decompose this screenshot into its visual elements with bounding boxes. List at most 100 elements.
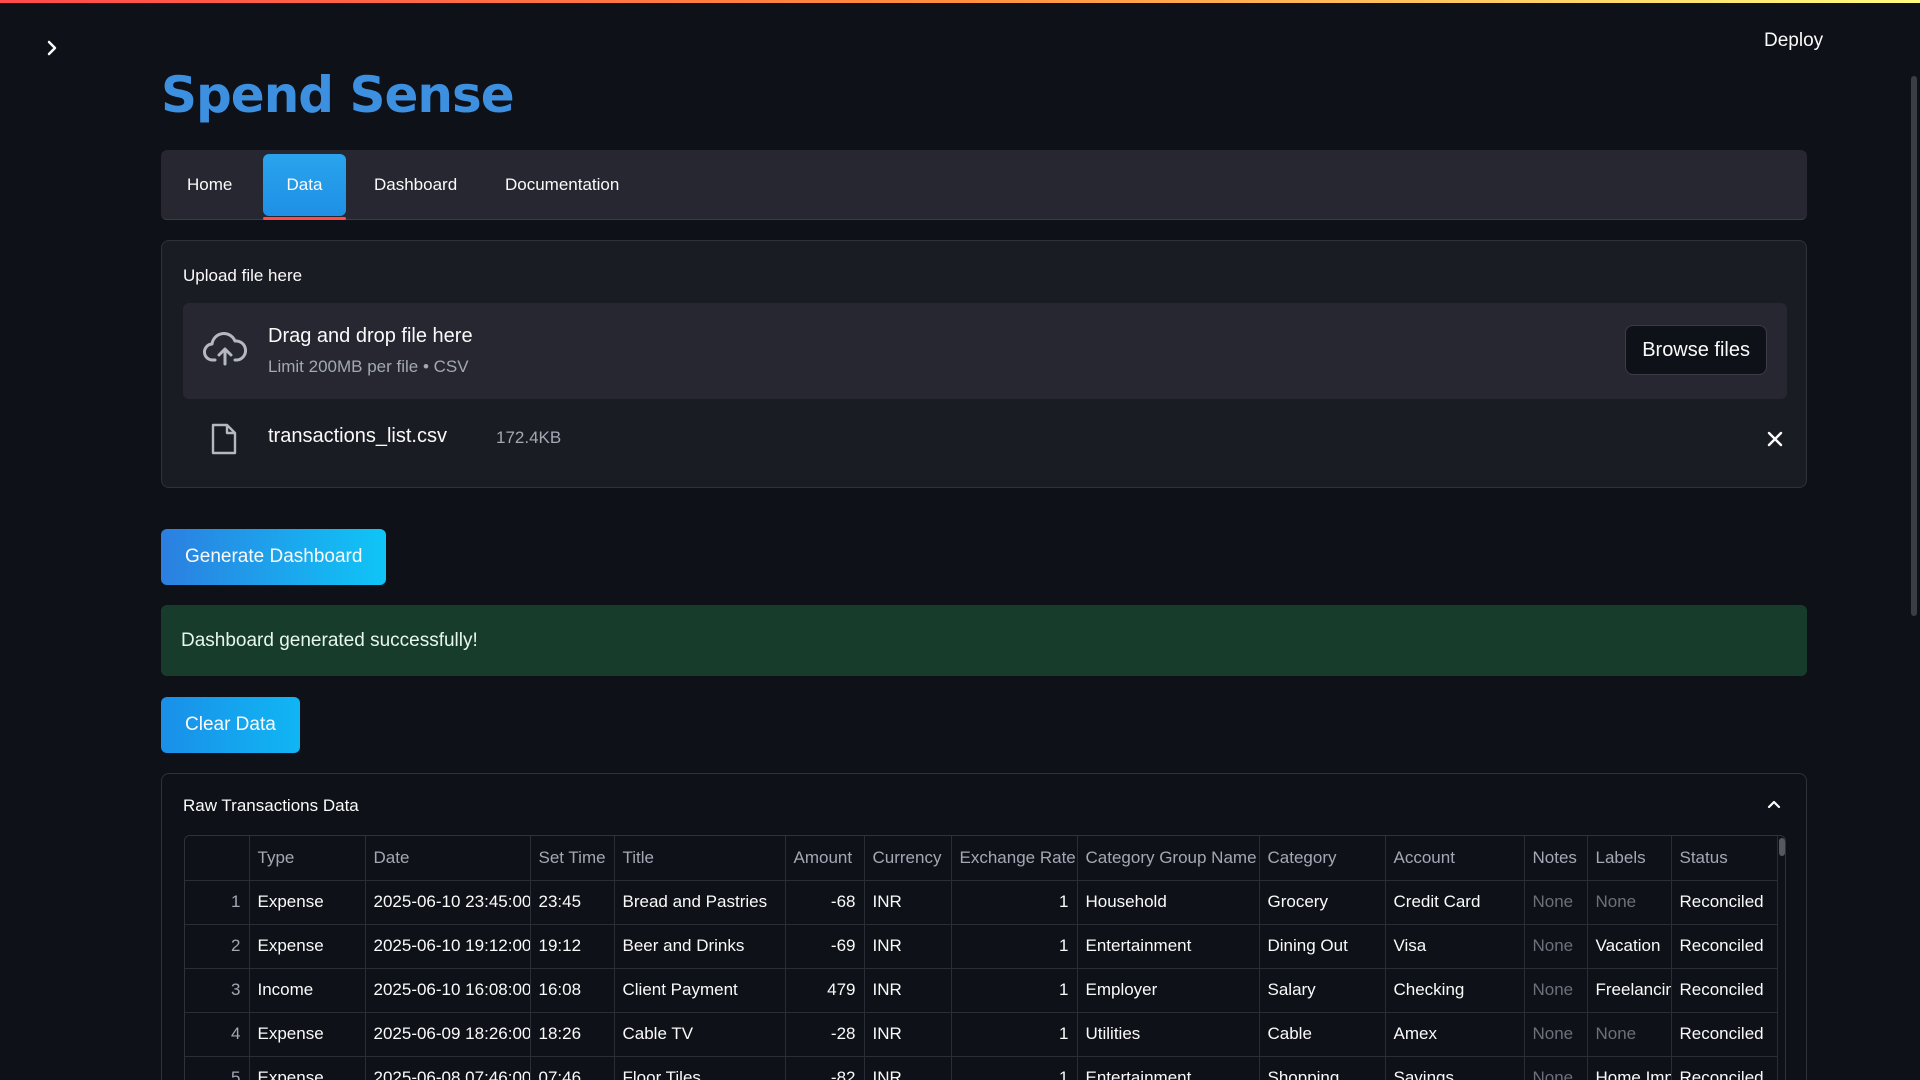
- cell-set-time[interactable]: 18:26: [530, 1012, 615, 1057]
- cell-account[interactable]: Amex: [1385, 1012, 1525, 1057]
- cell-amount[interactable]: -69: [785, 924, 865, 969]
- cell-index[interactable]: 1: [185, 880, 250, 925]
- cell-category-group[interactable]: Entertainment: [1077, 924, 1260, 969]
- cell-notes[interactable]: None: [1524, 968, 1588, 1013]
- column-header-status[interactable]: Status: [1671, 836, 1778, 881]
- cell-account[interactable]: Credit Card: [1385, 880, 1525, 925]
- cell-notes[interactable]: None: [1524, 880, 1588, 925]
- cell-amount[interactable]: -68: [785, 880, 865, 925]
- cell-date[interactable]: 2025-06-10 16:08:00: [365, 968, 531, 1013]
- table-row[interactable]: 3 Income 2025-06-10 16:08:00 16:08 Client Pa…: [185, 968, 1778, 1013]
- browse-files-button[interactable]: Browse files: [1625, 325, 1767, 375]
- table-row[interactable]: 1 Expense 2025-06-10 23:45:00 23:45 Bread an…: [185, 880, 1778, 925]
- cell-currency[interactable]: INR: [864, 968, 952, 1013]
- column-header-date[interactable]: Date: [365, 836, 531, 881]
- cell-notes[interactable]: None: [1524, 1056, 1588, 1080]
- cell-status[interactable]: Reconciled: [1671, 968, 1778, 1013]
- column-header-category-group[interactable]: Category Group Name: [1077, 836, 1260, 881]
- column-header-category[interactable]: Category: [1259, 836, 1386, 881]
- chevron-up-icon[interactable]: [1764, 794, 1784, 814]
- cell-category-group[interactable]: Employer: [1077, 968, 1260, 1013]
- cell-status[interactable]: Reconciled: [1671, 880, 1778, 925]
- chevron-right-icon[interactable]: [40, 36, 64, 60]
- cell-exchange-rate[interactable]: 1: [951, 968, 1078, 1013]
- cell-exchange-rate[interactable]: 1: [951, 924, 1078, 969]
- expander-title[interactable]: Raw Transactions Data: [183, 796, 359, 816]
- cell-category[interactable]: Salary: [1259, 968, 1386, 1013]
- cell-set-time[interactable]: 19:12: [530, 924, 615, 969]
- tab-data[interactable]: Data: [263, 154, 346, 220]
- cell-category[interactable]: Cable: [1259, 1012, 1386, 1057]
- column-header-type[interactable]: Type: [249, 836, 366, 881]
- cell-index[interactable]: 3: [185, 968, 250, 1013]
- column-header-labels[interactable]: Labels: [1587, 836, 1672, 881]
- cell-date[interactable]: 2025-06-10 23:45:00: [365, 880, 531, 925]
- cell-amount[interactable]: -28: [785, 1012, 865, 1057]
- cell-set-time[interactable]: 07:46: [530, 1056, 615, 1080]
- column-header-title[interactable]: Title: [614, 836, 786, 881]
- dropzone[interactable]: Drag and drop file here Limit 200MB per …: [183, 303, 1787, 399]
- cell-category-group[interactable]: Entertainment: [1077, 1056, 1260, 1080]
- cell-amount[interactable]: -82: [785, 1056, 865, 1080]
- cell-type[interactable]: Income: [249, 968, 366, 1013]
- cell-labels[interactable]: None: [1587, 1012, 1672, 1057]
- cell-notes[interactable]: None: [1524, 1012, 1588, 1057]
- cell-set-time[interactable]: 16:08: [530, 968, 615, 1013]
- table-row[interactable]: 5 Expense 2025-06-08 07:46:00 07:46 Floor Ti…: [185, 1056, 1778, 1080]
- cell-account[interactable]: Savings: [1385, 1056, 1525, 1080]
- cell-account[interactable]: Visa: [1385, 924, 1525, 969]
- cell-labels[interactable]: Vacation: [1587, 924, 1672, 969]
- cell-set-time[interactable]: 23:45: [530, 880, 615, 925]
- cell-status[interactable]: Reconciled: [1671, 1012, 1778, 1057]
- table-row[interactable]: 2 Expense 2025-06-10 19:12:00 19:12 Beer and…: [185, 924, 1778, 969]
- column-header-set-time[interactable]: Set Time: [530, 836, 615, 881]
- cell-title[interactable]: Beer and Drinks: [614, 924, 786, 969]
- cell-index[interactable]: 4: [185, 1012, 250, 1057]
- column-header-exchange-rate[interactable]: Exchange Rate: [951, 836, 1078, 881]
- column-header-currency[interactable]: Currency: [864, 836, 952, 881]
- table-row[interactable]: 4 Expense 2025-06-09 18:26:00 18:26 Cable TV…: [185, 1012, 1778, 1057]
- cell-index[interactable]: 2: [185, 924, 250, 969]
- cell-currency[interactable]: INR: [864, 924, 952, 969]
- page-scrollbar[interactable]: [1911, 76, 1917, 616]
- cell-title[interactable]: Bread and Pastries: [614, 880, 786, 925]
- cell-labels[interactable]: None: [1587, 880, 1672, 925]
- cell-title[interactable]: Floor Tiles: [614, 1056, 786, 1080]
- cell-amount[interactable]: 479: [785, 968, 865, 1013]
- table-scrollbar[interactable]: [1779, 838, 1785, 856]
- cell-exchange-rate[interactable]: 1: [951, 1056, 1078, 1080]
- cell-notes[interactable]: None: [1524, 924, 1588, 969]
- transactions-table[interactable]: Type Date Set Time Title Amount Currency…: [184, 835, 1786, 1080]
- cell-labels[interactable]: Home Improvement: [1587, 1056, 1672, 1080]
- column-header-index[interactable]: [185, 836, 250, 881]
- cell-date[interactable]: 2025-06-08 07:46:00: [365, 1056, 531, 1080]
- cell-index[interactable]: 5: [185, 1056, 250, 1080]
- cell-exchange-rate[interactable]: 1: [951, 880, 1078, 925]
- cell-type[interactable]: Expense: [249, 924, 366, 969]
- tab-documentation[interactable]: Documentation: [481, 154, 643, 216]
- column-header-account[interactable]: Account: [1385, 836, 1525, 881]
- cell-currency[interactable]: INR: [864, 1012, 952, 1057]
- cell-category[interactable]: Shopping: [1259, 1056, 1386, 1080]
- close-icon[interactable]: [1763, 427, 1787, 451]
- cell-type[interactable]: Expense: [249, 1056, 366, 1080]
- cell-account[interactable]: Checking: [1385, 968, 1525, 1013]
- cell-exchange-rate[interactable]: 1: [951, 1012, 1078, 1057]
- cell-type[interactable]: Expense: [249, 880, 366, 925]
- tab-home[interactable]: Home: [163, 154, 256, 216]
- cell-type[interactable]: Expense: [249, 1012, 366, 1057]
- cell-title[interactable]: Cable TV: [614, 1012, 786, 1057]
- cell-title[interactable]: Client Payment: [614, 968, 786, 1013]
- column-header-amount[interactable]: Amount: [785, 836, 865, 881]
- generate-dashboard-button[interactable]: Generate Dashboard: [161, 529, 387, 585]
- cell-category-group[interactable]: Household: [1077, 880, 1260, 925]
- clear-data-button[interactable]: Clear Data: [161, 697, 300, 753]
- cell-labels[interactable]: Freelancing: [1587, 968, 1672, 1013]
- column-header-notes[interactable]: Notes: [1524, 836, 1588, 881]
- cell-category[interactable]: Dining Out: [1259, 924, 1386, 969]
- cell-currency[interactable]: INR: [864, 880, 952, 925]
- tab-dashboard[interactable]: Dashboard: [350, 154, 481, 216]
- cell-date[interactable]: 2025-06-10 19:12:00: [365, 924, 531, 969]
- cell-category-group[interactable]: Utilities: [1077, 1012, 1260, 1057]
- cell-currency[interactable]: INR: [864, 1056, 952, 1080]
